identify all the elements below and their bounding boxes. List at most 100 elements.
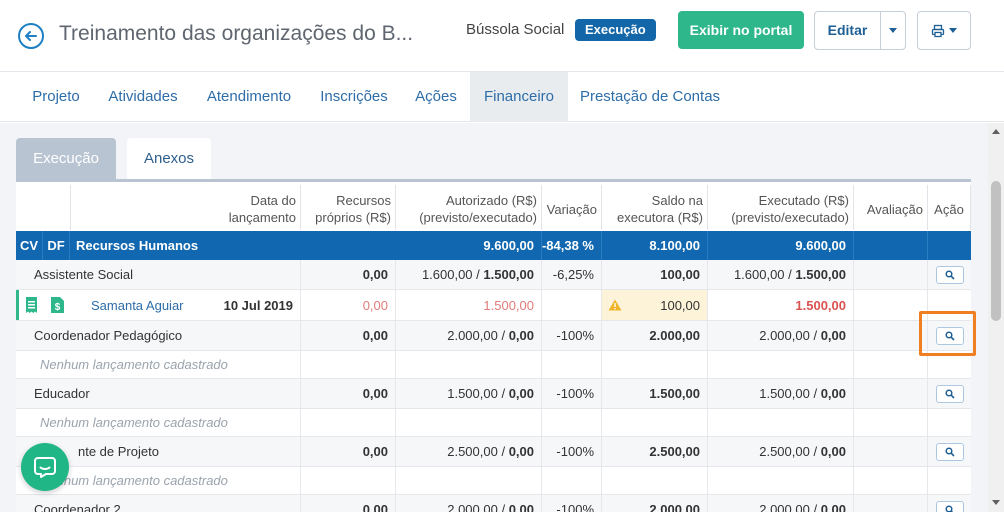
separator: / [472, 267, 484, 282]
item-auth-prev: 2.000,00 [447, 328, 498, 343]
page-title: Treinamento das organizações do B... [59, 22, 414, 45]
item-exec-exec: 0,00 [820, 444, 846, 459]
invoice-cell: $ [43, 290, 71, 320]
item-exec-prev: 2.000,00 [759, 328, 810, 343]
tab-inscricoes[interactable]: Inscrições [312, 72, 396, 122]
item-action [928, 495, 971, 512]
scroll-thumb[interactable] [991, 181, 1001, 321]
table-row: Coordenador Pedagógico 0,00 2.000,00 / 0… [16, 321, 971, 351]
group-action [928, 231, 971, 260]
item-authorized: 2.500,00 / 0,00 [396, 437, 542, 466]
item-variation: -100% [542, 437, 602, 466]
vertical-scrollbar[interactable] [988, 123, 1004, 512]
separator: / [784, 267, 796, 282]
item-own: 0,00 [301, 379, 396, 408]
empty-cell [708, 351, 854, 378]
tab-projeto[interactable]: Projeto [18, 72, 94, 122]
view-details-button[interactable] [935, 442, 964, 461]
item-action [928, 379, 971, 408]
subtab-execucao[interactable]: Execução [16, 138, 116, 180]
empty-cell [396, 467, 542, 494]
view-details-button[interactable] [935, 384, 964, 403]
item-exec-exec: 0,00 [820, 328, 846, 343]
item-own: 0,00 [301, 437, 396, 466]
chat-widget-button[interactable] [21, 443, 69, 491]
item-exec-prev: 1.600,00 [733, 267, 785, 282]
tab-prestacao-de-contas[interactable]: Prestação de Contas [575, 72, 725, 122]
search-icon [944, 269, 955, 280]
detail-evaluation [854, 290, 928, 320]
printer-icon [931, 24, 945, 37]
header-variation: Variação [542, 185, 602, 230]
empty-cell [301, 351, 396, 378]
chat-icon [34, 457, 56, 478]
separator: / [809, 328, 821, 343]
scroll-up-icon[interactable] [992, 129, 1000, 134]
separator: / [809, 502, 821, 512]
show-portal-button[interactable]: Exibir no portal [678, 11, 804, 49]
header-spacer [16, 185, 71, 230]
content-area: Execução Anexos Data do lançamento Recur… [0, 123, 988, 512]
item-exec-prev: 1.500,00 [759, 386, 810, 401]
edit-button[interactable]: Editar [815, 12, 881, 49]
tab-financeiro[interactable]: Financeiro [470, 72, 568, 122]
item-balance: 100,00 [602, 260, 708, 289]
edit-button-group: Editar [814, 11, 906, 50]
item-executed: 1.600,00 / 1.500,00 [708, 260, 854, 289]
receipt-icon[interactable] [25, 297, 38, 313]
empty-cell [854, 351, 928, 378]
empty-cell [396, 409, 542, 436]
item-balance: 2.000,00 [602, 321, 708, 350]
item-balance: 1.500,00 [602, 379, 708, 408]
table-row: Coordenador 2 0,00 2.000,00 / 0,00 -100%… [16, 495, 971, 512]
item-variation: -100% [542, 495, 602, 512]
detail-person-link[interactable]: Samanta Aguiar [71, 290, 211, 320]
scroll-down-icon[interactable] [992, 500, 1000, 505]
group-row-recursos-humanos: CV DF Recursos Humanos 9.600,00 -84,38 %… [16, 231, 971, 260]
header-own-line1: Recursos [336, 193, 391, 208]
receipt-cell [19, 290, 43, 320]
item-auth-prev: 2.000,00 [447, 502, 498, 512]
empty-row: Nenhum lançamento cadastrado [16, 351, 971, 379]
group-cv: CV [16, 231, 43, 260]
empty-cell [602, 409, 708, 436]
tab-acoes[interactable]: Ações [406, 72, 466, 122]
empty-cell [602, 351, 708, 378]
print-dropdown-button[interactable] [917, 11, 971, 50]
chevron-down-icon [949, 28, 957, 33]
item-balance: 2.000,00 [602, 495, 708, 512]
item-evaluation [854, 321, 928, 350]
empty-cell [542, 467, 602, 494]
empty-cell [542, 351, 602, 378]
tab-atendimento[interactable]: Atendimento [196, 72, 302, 122]
subtab-anexos[interactable]: Anexos [127, 138, 211, 180]
separator: / [809, 444, 821, 459]
page-header: Treinamento das organizações do B... Bús… [0, 0, 1004, 72]
empty-cell [301, 467, 396, 494]
header-exec-line2: (previsto/executado) [731, 210, 849, 225]
item-variation: -100% [542, 321, 602, 350]
edit-dropdown-button[interactable] [881, 12, 905, 49]
detail-own: 0,00 [301, 290, 396, 320]
back-button[interactable] [18, 23, 44, 49]
header-date: Data do lançamento [71, 185, 301, 230]
header-authorized: Autorizado (R$) (previsto/executado) [396, 185, 542, 230]
search-icon [944, 388, 955, 399]
dollar-document-icon[interactable]: $ [50, 297, 64, 313]
separator: / [497, 328, 509, 343]
view-details-button[interactable] [935, 265, 964, 284]
empty-cell [854, 467, 928, 494]
view-details-button[interactable] [935, 500, 964, 512]
header-date-line2: lançamento [228, 210, 296, 225]
arrow-left-icon [25, 31, 37, 41]
item-executed: 2.000,00 / 0,00 [708, 321, 854, 350]
empty-cell [708, 467, 854, 494]
item-name: Coordenador Pedagógico [16, 321, 301, 350]
detail-variation [542, 290, 602, 320]
header-auth-line1: Autorizado (R$) [445, 193, 537, 208]
detail-balance: 100,00 [602, 290, 708, 320]
item-auth-exec: 0,00 [508, 502, 534, 512]
tab-atividades[interactable]: Atividades [100, 72, 186, 122]
item-exec-exec: 0,00 [820, 502, 846, 512]
search-icon [944, 504, 954, 512]
